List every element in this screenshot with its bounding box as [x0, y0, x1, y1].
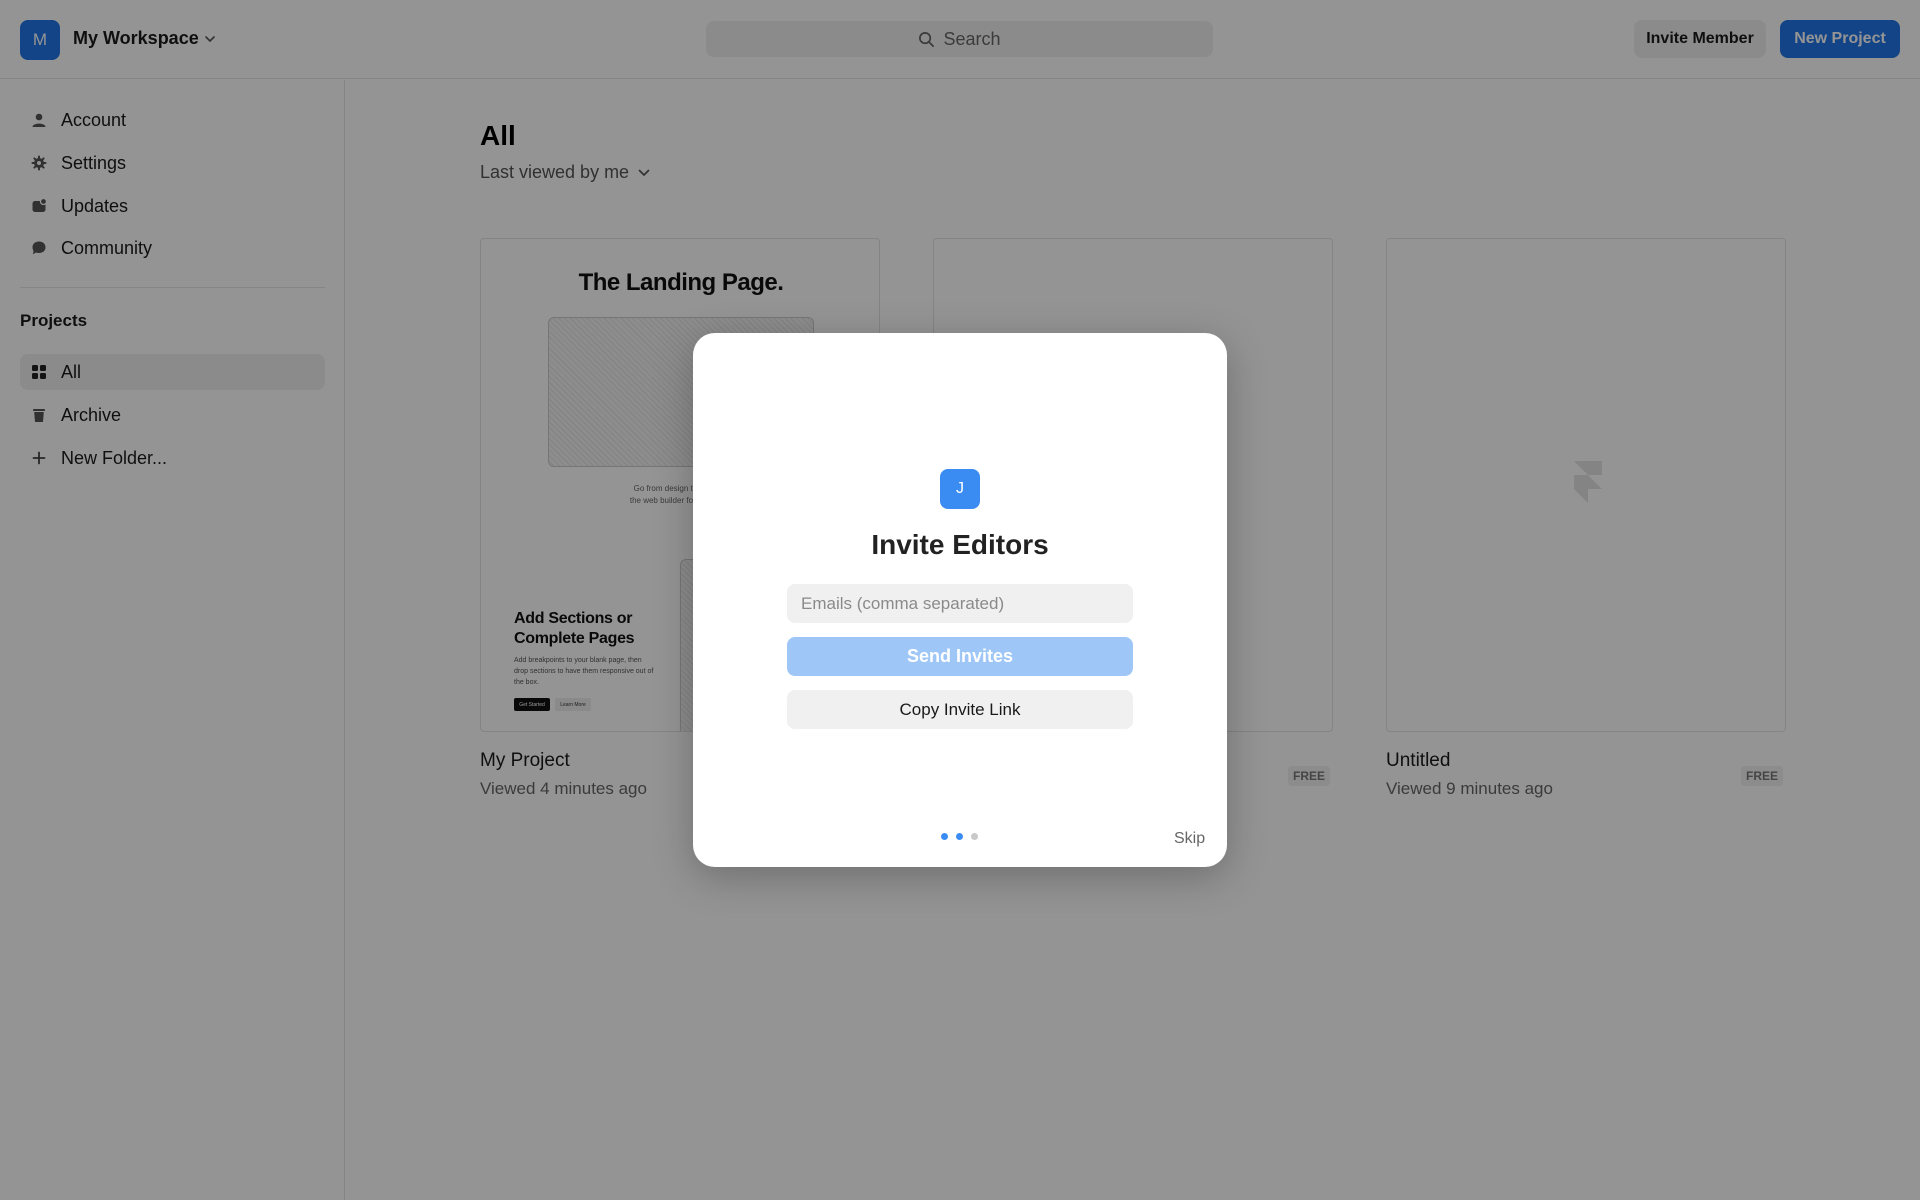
step-dot — [971, 833, 978, 840]
skip-button[interactable]: Skip — [1174, 830, 1205, 848]
step-dot — [956, 833, 963, 840]
copy-invite-link-button[interactable]: Copy Invite Link — [787, 690, 1133, 729]
step-indicator — [941, 833, 978, 840]
email-input[interactable] — [787, 584, 1133, 623]
user-avatar: J — [940, 469, 980, 509]
step-dot — [941, 833, 948, 840]
invite-editors-modal: J Invite Editors Send Invites Copy Invit… — [693, 333, 1227, 867]
modal-title: Invite Editors — [871, 529, 1049, 560]
send-invites-button[interactable]: Send Invites — [787, 637, 1133, 676]
user-initial: J — [956, 480, 964, 497]
